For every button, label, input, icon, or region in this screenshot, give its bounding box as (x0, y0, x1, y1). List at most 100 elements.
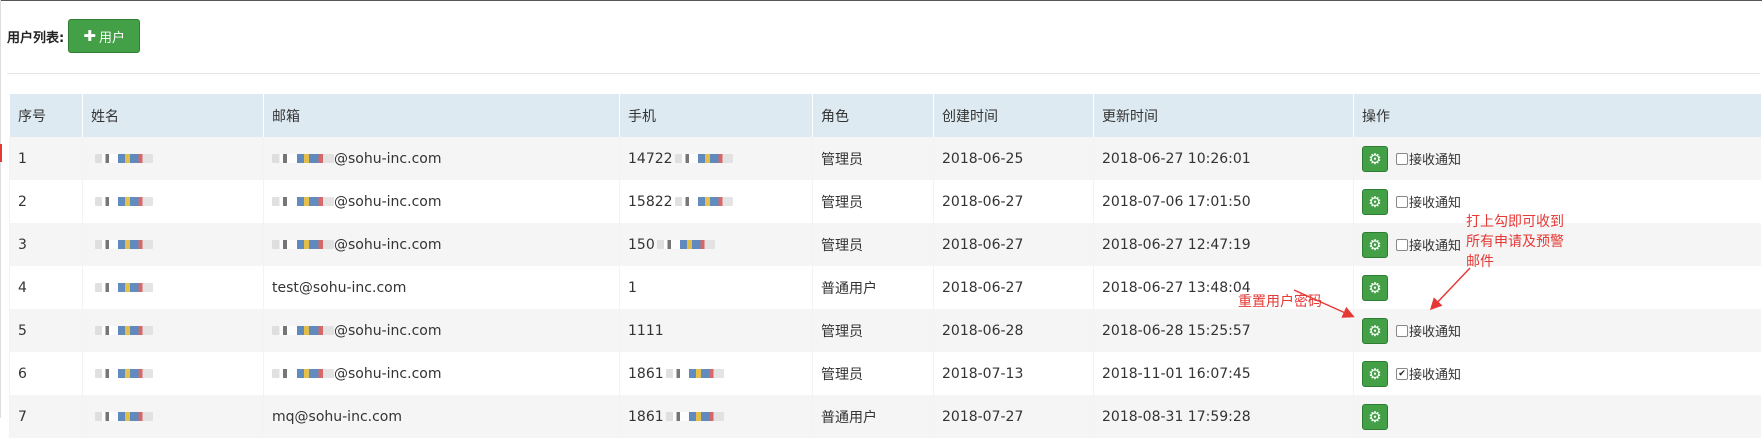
cell-phone: 1861 (619, 395, 813, 438)
cell-phone: 14722 (619, 137, 813, 180)
cell-updated: 2018-06-28 15:25:57 (1093, 309, 1354, 352)
notify-checkbox[interactable] (1396, 238, 1408, 251)
email-text: @sohu-inc.com (334, 193, 442, 210)
phone-text: 15822 (628, 193, 673, 210)
cell-role: 管理员 (812, 309, 934, 352)
table-row: 4 test@sohu-inc.com 1 普通用户 2018-06-27 2018-06… (9, 266, 1761, 309)
cell-role: 管理员 (812, 137, 934, 180)
plus-icon: ✚ (83, 27, 96, 45)
cell-updated: 2018-06-27 10:26:01 (1093, 137, 1354, 180)
email-text: @sohu-inc.com (334, 236, 442, 253)
redacted-text (95, 154, 153, 163)
table-row: 7 mq@sohu-inc.com 1861 普通用户 2018-07-27 2018-0… (9, 395, 1761, 438)
phone-text: 150 (628, 236, 655, 253)
cell-email: @sohu-inc.com (263, 137, 620, 180)
header-role: 角色 (812, 94, 934, 137)
annotation-reset-password: 重置用户密码 (1238, 294, 1322, 310)
cell-name (82, 395, 264, 438)
redacted-text (272, 369, 334, 378)
cell-updated: 2018-06-27 12:47:19 (1093, 223, 1354, 266)
cell-index: 1 (9, 137, 83, 180)
cell-actions: ⚙ 接收通知 (1353, 309, 1761, 352)
table-body: 1 @sohu-inc.com 14722 管理员 2018-06-25 2018-06-… (9, 137, 1761, 438)
cell-role: 管理员 (812, 180, 934, 223)
cell-name (82, 352, 264, 395)
gear-icon: ⚙ (1368, 278, 1382, 297)
email-text: @sohu-inc.com (334, 150, 442, 167)
cell-name (82, 137, 264, 180)
reset-password-button[interactable]: ⚙ (1362, 360, 1388, 387)
cell-index: 3 (9, 223, 83, 266)
email-text: test@sohu-inc.com (272, 279, 407, 296)
cell-created: 2018-06-27 (933, 266, 1094, 309)
cell-name (82, 309, 264, 352)
redacted-text (95, 240, 153, 249)
cell-index: 4 (9, 266, 83, 309)
cell-name (82, 180, 264, 223)
reset-password-button[interactable]: ⚙ (1362, 403, 1388, 430)
table-row: 1 @sohu-inc.com 14722 管理员 2018-06-25 2018-06-… (9, 137, 1761, 180)
header-name: 姓名 (82, 94, 264, 137)
reset-password-button[interactable]: ⚙ (1362, 317, 1388, 344)
redacted-text (656, 240, 715, 249)
notify-label: 接收通知 (1409, 153, 1462, 168)
notify-label: 接收通知 (1409, 196, 1462, 211)
cell-updated: 2018-08-31 17:59:28 (1093, 395, 1354, 438)
add-user-button-label: 用户 (98, 30, 125, 46)
toolbar: 用户列表: ✚ 用户 (7, 18, 141, 54)
cell-email: @sohu-inc.com (263, 180, 620, 223)
cell-index: 6 (9, 352, 83, 395)
notify-checkbox[interactable] (1396, 152, 1408, 165)
redacted-text (95, 326, 153, 335)
cell-created: 2018-06-27 (933, 223, 1094, 266)
add-user-button[interactable]: ✚ 用户 (68, 19, 141, 53)
cell-phone: 1861 (619, 352, 813, 395)
table-header-row: 序号 姓名 邮箱 手机 角色 创建时间 更新时间 操作 (9, 94, 1761, 137)
redacted-text (95, 369, 153, 378)
email-text: mq@sohu-inc.com (272, 408, 402, 425)
reset-password-button[interactable]: ⚙ (1362, 145, 1388, 172)
phone-text: 14722 (628, 150, 673, 167)
cell-created: 2018-07-27 (933, 395, 1094, 438)
window-top-border (0, 0, 1762, 1)
phone-text: 1861 (628, 408, 664, 425)
notify-checkbox[interactable] (1396, 195, 1408, 208)
gear-icon: ⚙ (1368, 149, 1382, 168)
redacted-text (665, 412, 724, 421)
notify-checkbox[interactable]: ✔ (1396, 367, 1408, 380)
table-row: 6 @sohu-inc.com 1861 管理员 2018-07-13 2018-11-0… (9, 352, 1761, 395)
header-email: 邮箱 (263, 94, 620, 137)
cell-created: 2018-06-27 (933, 180, 1094, 223)
reset-password-button[interactable]: ⚙ (1362, 188, 1388, 215)
phone-text: 1111 (628, 322, 664, 339)
email-text: @sohu-inc.com (334, 322, 442, 339)
cell-email: mq@sohu-inc.com (263, 395, 620, 438)
gear-icon: ⚙ (1368, 192, 1382, 211)
cell-name (82, 223, 264, 266)
header-actions: 操作 (1353, 94, 1761, 137)
header-index: 序号 (9, 94, 83, 137)
cell-actions: ⚙ 接收通知 (1353, 137, 1761, 180)
divider (7, 73, 1760, 74)
cell-role: 管理员 (812, 352, 934, 395)
notify-label: 接收通知 (1409, 239, 1462, 254)
gear-icon: ⚙ (1368, 364, 1382, 383)
reset-password-button[interactable]: ⚙ (1362, 231, 1388, 258)
left-edge-marker (0, 144, 2, 162)
phone-text: 1 (628, 279, 637, 296)
reset-password-button[interactable]: ⚙ (1362, 274, 1388, 301)
window-left-border (0, 0, 1, 418)
cell-phone: 1 (619, 266, 813, 309)
redacted-text (674, 154, 733, 163)
cell-role: 普通用户 (812, 395, 934, 438)
notify-label: 接收通知 (1409, 325, 1462, 340)
notify-checkbox[interactable] (1396, 324, 1408, 337)
gear-icon: ⚙ (1368, 407, 1382, 426)
cell-index: 5 (9, 309, 83, 352)
cell-email: @sohu-inc.com (263, 352, 620, 395)
cell-actions: ⚙ (1353, 395, 1761, 438)
cell-index: 7 (9, 395, 83, 438)
cell-created: 2018-07-13 (933, 352, 1094, 395)
gear-icon: ⚙ (1368, 321, 1382, 340)
email-text: @sohu-inc.com (334, 365, 442, 382)
